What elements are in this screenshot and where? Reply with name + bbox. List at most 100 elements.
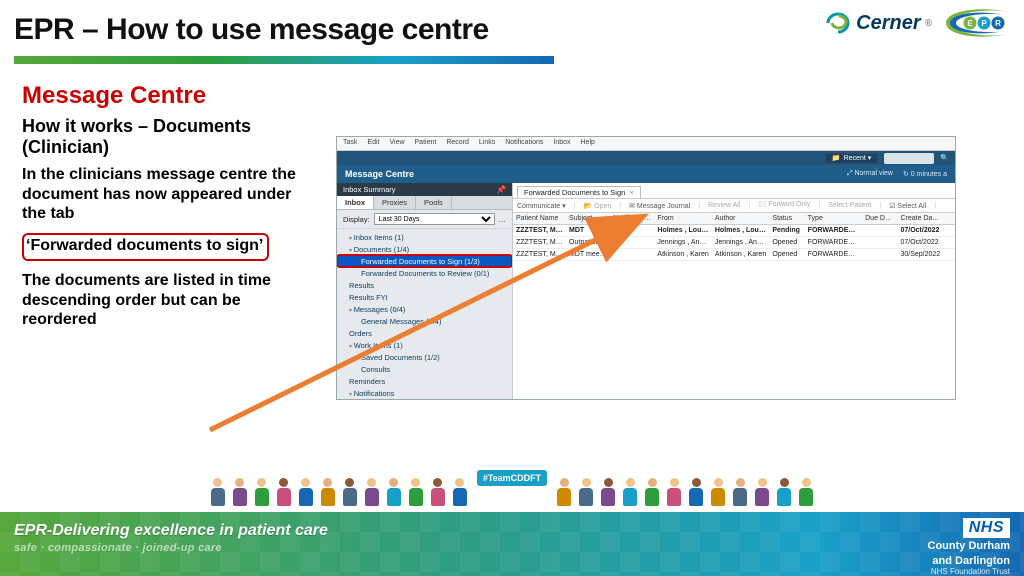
toolbar-item: 🖂 Forward Only	[758, 200, 810, 211]
table-cell: Outpatient GP...	[566, 237, 610, 249]
col-header[interactable]: Notification C...	[610, 213, 654, 225]
person-icon	[209, 478, 227, 506]
toolbar-item[interactable]: ✉ Message Journal	[629, 202, 690, 210]
nhs-block: NHS County Durham and Darlington NHS Fou…	[928, 518, 1011, 576]
ellipsis-button[interactable]: …	[499, 215, 507, 224]
col-header[interactable]: Type	[805, 213, 862, 225]
menu-help[interactable]: Help	[581, 139, 595, 148]
search-input[interactable]	[884, 153, 934, 164]
col-header[interactable]: Patient Name	[513, 213, 566, 225]
recent-button[interactable]: 📁 Recent ▾	[825, 153, 878, 164]
menu-edit[interactable]: Edit	[367, 139, 379, 148]
cerner-swirl-icon	[826, 12, 852, 34]
table-row[interactable]: ZZZTEST, MR ...MDTHolmes , LouiseHolmes …	[513, 225, 955, 237]
tree-node[interactable]: Work Items (1)	[337, 339, 512, 351]
refresh-indicator[interactable]: ↻ 0 minutes a	[903, 170, 947, 178]
inbox-summary-header: Inbox Summary 📌	[337, 183, 512, 196]
person-icon	[363, 478, 381, 506]
left-text-block: Message Centre How it works – Documents …	[22, 82, 302, 339]
tree-node[interactable]: Notifications	[337, 387, 512, 399]
tree-node[interactable]: Forwarded Documents to Review (0/1)	[337, 267, 512, 279]
close-icon[interactable]: ×	[629, 188, 633, 197]
tree-node[interactable]: Inbox Items (1)	[337, 231, 512, 243]
person-icon	[341, 478, 359, 506]
footer-main: EPR-Delivering excellence in patient car…	[14, 522, 328, 540]
tree-node[interactable]: Documents (1/4)	[337, 243, 512, 255]
person-icon	[599, 478, 617, 506]
nhs-logo: NHS	[963, 518, 1010, 538]
toolbar-item: 📂 Open	[583, 202, 611, 210]
tree-node[interactable]: Forwarded Documents to Sign (1/3)	[337, 255, 512, 267]
toolbar-item[interactable]: ☑ Select All	[889, 202, 926, 210]
mc-callout: ‘Forwarded documents to sign’	[22, 233, 269, 261]
pin-icon[interactable]: 📌	[497, 185, 506, 194]
col-header[interactable]: Due Date	[862, 213, 897, 225]
sidebar-tab-inbox[interactable]: Inbox	[337, 196, 374, 209]
pane-tabstrip: Forwarded Documents to Sign ×	[513, 183, 955, 199]
col-header[interactable]: Subject	[566, 213, 610, 225]
inbox-summary-label: Inbox Summary	[343, 185, 396, 194]
person-icon	[429, 478, 447, 506]
person-icon	[275, 478, 293, 506]
tree-node[interactable]: Results	[337, 279, 512, 291]
table-header-row[interactable]: Patient NameSubjectNotification C...From…	[513, 213, 955, 225]
person-icon	[687, 478, 705, 506]
table-cell: MDT	[566, 225, 610, 237]
col-header[interactable]: Status	[769, 213, 804, 225]
table-cell: ZZZTEST, MR ...	[513, 249, 566, 261]
slide: EPR – How to use message centre Cerner ®…	[0, 0, 1024, 576]
trust-line1: County Durham	[928, 540, 1011, 553]
cerner-logo: Cerner ®	[826, 12, 932, 35]
col-header[interactable]: Author	[712, 213, 769, 225]
menu-view[interactable]: View	[389, 139, 404, 148]
display-label: Display:	[343, 215, 370, 224]
menu-links[interactable]: Links	[479, 139, 495, 148]
mc-p1: In the clinicians message centre the doc…	[22, 165, 302, 223]
table-cell: FORWARDED SI...	[805, 237, 862, 249]
menu-record[interactable]: Record	[446, 139, 469, 148]
mc-title-right: ⤢ Normal view ↻ 0 minutes a	[847, 170, 947, 178]
col-header[interactable]: From	[654, 213, 711, 225]
main-pane: Forwarded Documents to Sign × Communicat…	[513, 183, 955, 399]
menubar: Task Edit View Patient Record Links Notificati…	[337, 137, 955, 151]
tree-node[interactable]: Consults	[337, 363, 512, 375]
tree-node[interactable]: Saved Documents (1/2)	[337, 351, 512, 363]
person-icon	[319, 478, 337, 506]
person-icon	[753, 478, 771, 506]
mc-p2: The documents are listed in time descend…	[22, 271, 302, 329]
table-cell	[862, 225, 897, 237]
tree-node[interactable]: Reminders	[337, 375, 512, 387]
tree-node[interactable]: Messages (0/4)	[337, 303, 512, 315]
menu-inbox[interactable]: Inbox	[553, 139, 570, 148]
toolbar-item[interactable]: Communicate ▾	[517, 202, 566, 210]
table-cell: Atkinson , Karen	[654, 249, 711, 261]
trust-line3: NHS Foundation Trust	[928, 567, 1011, 576]
pane-tab[interactable]: Forwarded Documents to Sign ×	[517, 186, 641, 198]
person-icon	[231, 478, 249, 506]
display-select[interactable]: Last 30 Days	[374, 213, 495, 225]
normal-view-button[interactable]: ⤢ Normal view	[847, 170, 893, 178]
documents-grid[interactable]: Patient NameSubjectNotification C...From…	[513, 213, 955, 399]
slide-title: EPR – How to use message centre	[14, 13, 489, 47]
toolbar-item: Select Patient	[828, 202, 871, 209]
table-cell: ZZZTEST, MR ...	[513, 225, 566, 237]
menu-task[interactable]: Task	[343, 139, 357, 148]
table-cell: Pending	[769, 225, 804, 237]
table-row[interactable]: ZZZTEST, MR ...Outpatient GP...Jennings …	[513, 237, 955, 249]
tree-node[interactable]: General Messages (0/4)	[337, 315, 512, 327]
display-row: Display: Last 30 Days …	[337, 210, 512, 229]
person-icon	[555, 478, 573, 506]
table-row[interactable]: ZZZTEST, MR ...MDT meetingAtkinson , Kar…	[513, 249, 955, 261]
menu-patient[interactable]: Patient	[415, 139, 437, 148]
logo-group: Cerner ® E P R	[826, 6, 1010, 40]
menu-notifications[interactable]: Notifications	[505, 139, 543, 148]
sidebar-tab-proxies[interactable]: Proxies	[374, 196, 416, 209]
sidebar-tab-pools[interactable]: Pools	[416, 196, 452, 209]
person-icon	[709, 478, 727, 506]
search-icon[interactable]: 🔍	[940, 154, 949, 162]
table-cell: ZZZTEST, MR ...	[513, 237, 566, 249]
col-header[interactable]: Create Da...	[897, 213, 955, 225]
tree-node[interactable]: Orders	[337, 327, 512, 339]
tree-node[interactable]: Results FYI	[337, 291, 512, 303]
person-icon	[643, 478, 661, 506]
